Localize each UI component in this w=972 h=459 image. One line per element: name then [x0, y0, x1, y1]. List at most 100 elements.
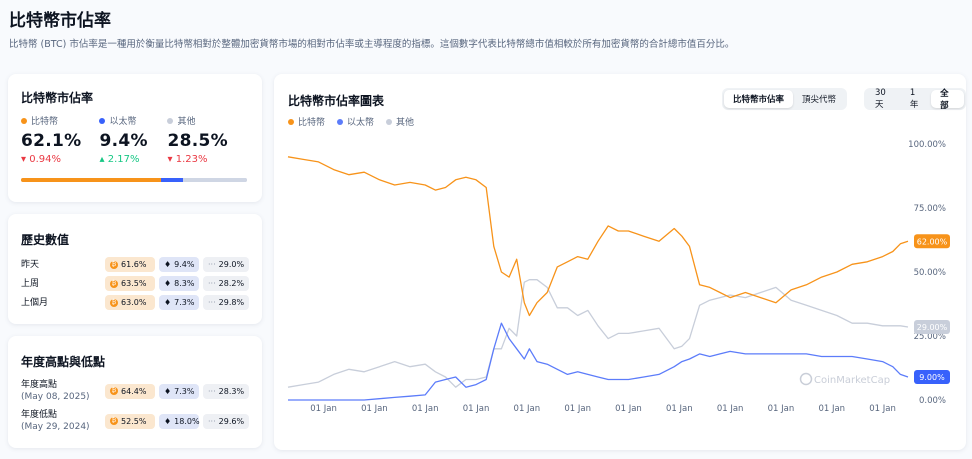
dominance-btc: 比特幣 62.1% ▾ 0.94%	[21, 114, 81, 165]
ellipsis-icon: ···	[208, 386, 216, 396]
dominance-others-value: 28.5%	[167, 131, 228, 151]
yearly-high-label: 年度高點	[21, 380, 58, 390]
btc-pill: ₿ 63.0%	[105, 295, 155, 310]
yearly-title: 年度高點與低點	[21, 355, 106, 369]
dominance-eth: 以太幣 9.4% ▴ 2.17%	[99, 114, 149, 165]
chart-legend: 比特幣 以太幣 其他	[288, 115, 414, 128]
dominance-btc-change: 0.94%	[29, 154, 61, 165]
tab-btc-dominance[interactable]: 比特幣市佔率	[724, 90, 794, 108]
series-line-others	[287, 279, 909, 388]
x-tick-label: 01 Jan	[818, 404, 845, 414]
dominance-bar	[21, 178, 247, 182]
x-tick-label: 01 Jan	[463, 404, 490, 414]
history-row-label: 昨天	[21, 259, 40, 270]
history-row: 昨天 ₿ 61.6% ♦ 9.4% ··· 29.0%	[21, 257, 249, 272]
range-1y-button[interactable]: 1年	[901, 88, 931, 110]
yearly-card: 年度高點與低點 年度高點 (May 08, 2025) ₿ 64.4% ♦ 7.3% …	[8, 336, 262, 448]
history-card: 歷史數值 昨天 ₿ 61.6% ♦ 9.4% ··· 29.0% 上周 ₿ 63.5% …	[8, 214, 262, 324]
legend-btc: 比特幣	[288, 115, 325, 128]
dominance-values: 比特幣 62.1% ▾ 0.94% 以太幣 9.4% ▴ 2.17% 其他 28…	[21, 114, 228, 165]
dominance-bar-btc	[21, 178, 162, 182]
dominance-eth-label: 以太幣	[109, 117, 137, 127]
legend-others-label: 其他	[396, 118, 415, 128]
yearly-row-label: 年度低點 (May 29, 2024)	[21, 409, 105, 433]
others-pill: ··· 28.3%	[203, 383, 249, 399]
end-label-eth: 9.00%	[919, 373, 945, 382]
legend-btc-label: 比特幣	[298, 118, 326, 128]
eth-pill: ♦ 7.3%	[159, 383, 199, 399]
bitcoin-icon: ₿	[110, 279, 118, 288]
btc-pill-value: 64.4%	[121, 386, 147, 396]
eth-pill-value: 18.0%	[174, 416, 200, 426]
legend-eth: 以太幣	[337, 115, 374, 128]
others-pill-value: 29.6%	[218, 416, 245, 426]
y-tick-label: 50.00%	[914, 268, 946, 278]
btc-dot-icon	[288, 118, 294, 125]
dominance-eth-change: 2.17%	[107, 154, 140, 165]
bitcoin-icon: ₿	[110, 417, 118, 425]
others-pill-value: 28.3%	[218, 386, 245, 396]
eth-pill: ♦ 7.3%	[159, 295, 199, 310]
dominance-others: 其他 28.5% ▾ 1.23%	[167, 114, 228, 165]
dominance-others-label: 其他	[177, 117, 196, 127]
yearly-row: 年度高點 (May 08, 2025) ₿ 64.4% ♦ 7.3% ··· 28.3%	[21, 379, 249, 403]
page-title: 比特幣市佔率	[9, 11, 111, 31]
caret-up-icon: ▴	[99, 154, 105, 165]
chart-card: CoinMarketCap 0.00% 25.00% 50.00% 75.00% 100.…	[274, 74, 966, 450]
eth-pill: ♦ 18.0%	[159, 413, 200, 429]
ethereum-icon: ♦	[164, 416, 172, 426]
series-line-btc	[287, 156, 909, 317]
chart-title: 比特幣市佔率圖表	[288, 94, 385, 108]
x-tick-label: 01 Jan	[310, 404, 337, 414]
yearly-low-label: 年度低點	[21, 410, 58, 420]
caret-down-icon: ▾	[21, 154, 27, 165]
others-pill-value: 29.0%	[218, 260, 245, 269]
ethereum-icon: ♦	[164, 260, 172, 269]
btc-dot-icon	[21, 117, 27, 124]
x-tick-label: 01 Jan	[412, 404, 439, 414]
btc-pill-value: 52.5%	[121, 416, 147, 426]
btc-pill: ₿ 63.5%	[105, 276, 155, 291]
chart-watermark: CoinMarketCap	[814, 375, 890, 386]
eth-pill-value: 8.3%	[174, 279, 195, 288]
tab-top-tokens[interactable]: 頂尖代幣	[793, 90, 845, 108]
x-tick-label: 01 Jan	[768, 404, 795, 414]
x-tick-label: 01 Jan	[869, 404, 896, 414]
btc-pill-value: 63.0%	[121, 298, 147, 307]
yearly-row-label: 年度高點 (May 08, 2025)	[21, 379, 105, 403]
range-30d-button[interactable]: 30天	[866, 88, 901, 110]
caret-down-icon: ▾	[167, 154, 173, 165]
ellipsis-icon: ···	[208, 298, 216, 307]
legend-eth-label: 以太幣	[347, 118, 375, 128]
eth-pill-value: 7.3%	[174, 386, 195, 396]
coinmarketcap-logo-icon	[799, 372, 813, 386]
x-tick-label: 01 Jan	[564, 404, 591, 414]
x-tick-label: 01 Jan	[361, 404, 388, 414]
dominance-card: 比特幣市佔率 比特幣 62.1% ▾ 0.94% 以太幣 9.4% ▴ 2.17…	[8, 74, 262, 202]
bitcoin-icon: ₿	[110, 260, 118, 269]
legend-others: 其他	[386, 115, 414, 128]
others-pill: ··· 29.0%	[203, 257, 249, 272]
series-line-eth	[288, 322, 909, 401]
others-pill: ··· 29.8%	[203, 295, 249, 310]
dominance-btc-value: 62.1%	[21, 131, 82, 151]
others-dot-icon	[167, 117, 174, 124]
dominance-eth-value: 9.4%	[99, 131, 148, 151]
ellipsis-icon: ···	[208, 279, 216, 288]
dominance-others-change: 1.23%	[175, 154, 208, 165]
x-tick-label: 01 Jan	[717, 404, 744, 414]
page: 比特幣市佔率 比特幣 (BTC) 市佔率是一種用於衡量比特幣相對於整體加密貨幣市…	[0, 0, 972, 459]
range-all-button[interactable]: 全部	[931, 89, 964, 111]
others-dot-icon	[386, 118, 393, 125]
dominance-bar-eth	[161, 178, 183, 182]
dominance-chart: CoinMarketCap0.00%25.00%50.00%75.00%100.…	[287, 140, 950, 414]
y-tick-label: 100.00%	[908, 140, 946, 150]
page-description: 比特幣 (BTC) 市佔率是一種用於衡量比特幣相對於整體加密貨幣市場的相對市佔率…	[9, 39, 735, 50]
end-label-others: 29.00%	[917, 323, 948, 332]
chart-tabs: 比特幣市佔率 頂尖代幣	[722, 88, 848, 110]
bitcoin-icon: ₿	[110, 387, 118, 395]
others-pill: ··· 29.6%	[203, 413, 249, 429]
yearly-row: 年度低點 (May 29, 2024) ₿ 52.5% ♦ 18.0% ··· 29.6…	[21, 409, 249, 433]
ethereum-icon: ♦	[164, 279, 172, 288]
ethereum-icon: ♦	[164, 386, 172, 396]
